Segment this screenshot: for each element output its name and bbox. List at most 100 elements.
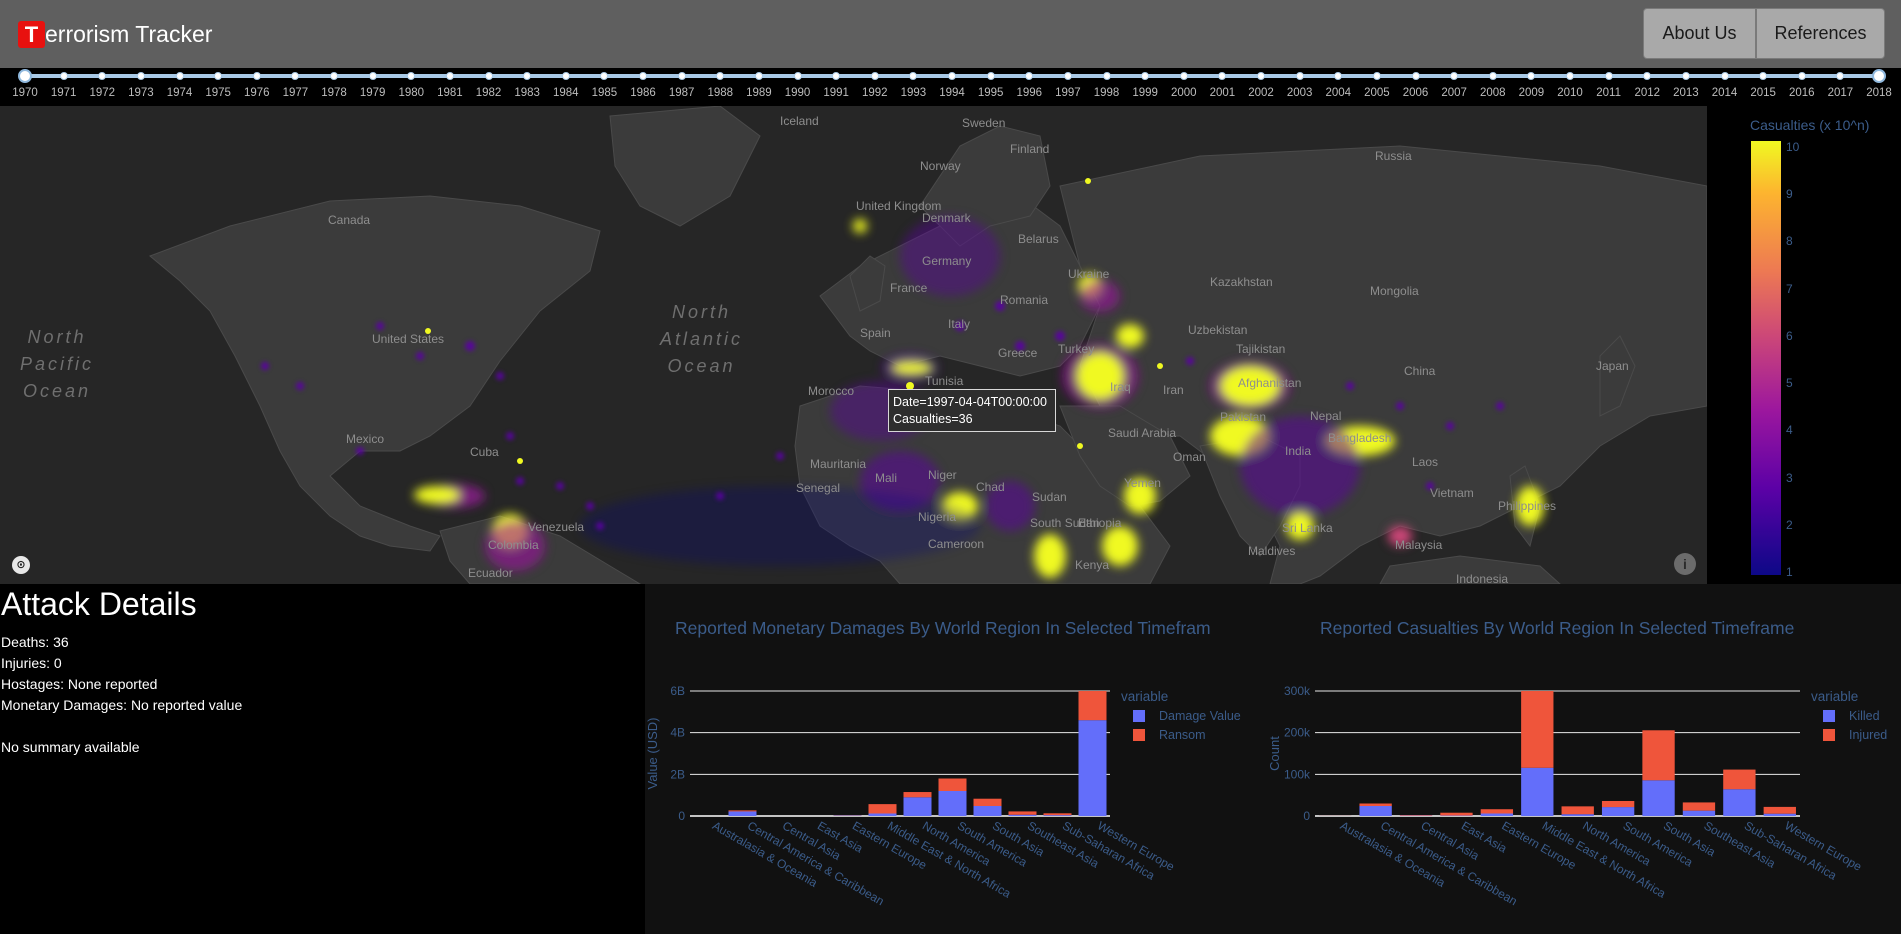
year-tick-dot[interactable] [870, 72, 879, 80]
year-label[interactable]: 2015 [1745, 87, 1781, 99]
year-label[interactable]: 1983 [509, 87, 545, 99]
year-tick-dot[interactable] [909, 72, 918, 80]
year-label[interactable]: 1998 [1089, 87, 1125, 99]
year-tick-dot[interactable] [1720, 72, 1729, 80]
monetary-damages-chart[interactable]: Reported Monetary Damages By World Regio… [645, 584, 1260, 934]
year-label[interactable]: 2012 [1629, 87, 1665, 99]
year-tick-dot[interactable] [1218, 72, 1227, 80]
year-label[interactable]: 2004 [1320, 87, 1356, 99]
year-label[interactable]: 1989 [741, 87, 777, 99]
year-label[interactable]: 1970 [7, 87, 43, 99]
year-tick-dot[interactable] [948, 72, 956, 80]
year-tick-dot[interactable] [600, 72, 609, 80]
year-tick-dot[interactable] [291, 72, 300, 80]
year-label[interactable]: 1990 [780, 87, 816, 99]
year-label[interactable]: 2006 [1398, 87, 1434, 99]
year-label[interactable]: 1988 [702, 87, 738, 99]
year-label[interactable]: 1991 [818, 87, 854, 99]
year-label[interactable]: 2011 [1591, 87, 1627, 99]
year-tick-dot[interactable] [523, 72, 532, 80]
year-label[interactable]: 2002 [1243, 87, 1279, 99]
year-label[interactable]: 1994 [934, 87, 970, 99]
year-label[interactable]: 1981 [432, 87, 468, 99]
year-label[interactable]: 2001 [1204, 87, 1240, 99]
year-tick-dot[interactable] [368, 72, 377, 80]
year-label[interactable]: 2014 [1707, 87, 1743, 99]
year-label[interactable]: 1980 [393, 87, 429, 99]
year-label[interactable]: 2008 [1475, 87, 1511, 99]
year-label[interactable]: 2017 [1822, 87, 1858, 99]
year-label[interactable]: 1973 [123, 87, 159, 99]
year-tick-dot[interactable] [214, 72, 223, 80]
year-tick-dot[interactable] [252, 72, 261, 80]
casualties-chart[interactable]: Reported Casualties By World Region In S… [1260, 584, 1901, 934]
year-label[interactable]: 2005 [1359, 87, 1395, 99]
year-tick-dot[interactable] [1372, 72, 1381, 80]
about-us-button[interactable]: About Us [1643, 8, 1756, 59]
year-tick-dot[interactable] [677, 72, 686, 80]
chart-svg[interactable]: 02B4B6BValue (USD)Australasia & OceaniaC… [645, 584, 1260, 934]
year-tick-dot[interactable] [98, 72, 107, 80]
year-tick-dot[interactable] [793, 72, 802, 80]
year-label[interactable]: 1972 [84, 87, 120, 99]
year-label[interactable]: 2000 [1166, 87, 1202, 99]
year-label[interactable]: 1978 [316, 87, 352, 99]
year-label[interactable]: 1971 [46, 87, 82, 99]
map-info-icon[interactable]: i [1674, 553, 1696, 575]
year-tick-dot[interactable] [1836, 72, 1845, 80]
year-tick-dot[interactable] [1025, 72, 1034, 80]
year-tick-dot[interactable] [445, 72, 454, 80]
year-tick-dot[interactable] [1797, 72, 1806, 80]
year-tick-dot[interactable] [1179, 72, 1188, 80]
year-tick-dot[interactable] [1488, 72, 1497, 80]
app-logo[interactable]: T [18, 21, 45, 48]
year-label[interactable]: 1975 [200, 87, 236, 99]
year-label[interactable]: 1986 [625, 87, 661, 99]
year-tick-dot[interactable] [1411, 72, 1420, 80]
year-tick-dot[interactable] [639, 72, 647, 80]
year-tick-dot[interactable] [832, 72, 841, 80]
year-label[interactable]: 1992 [857, 87, 893, 99]
year-tick-dot[interactable] [136, 72, 145, 80]
range-start-handle[interactable] [18, 69, 32, 83]
app-title[interactable]: errorism Tracker [45, 18, 212, 50]
attack-density-map[interactable]: Iceland Sweden Finland Norway Russia Canada Un… [0, 106, 1707, 584]
year-label[interactable]: 2018 [1861, 87, 1897, 99]
year-tick-dot[interactable] [1604, 72, 1613, 80]
year-tick-dot[interactable] [175, 72, 184, 80]
year-tick-dot[interactable] [1141, 72, 1150, 80]
year-label[interactable]: 1997 [1050, 87, 1086, 99]
year-label[interactable]: 1987 [664, 87, 700, 99]
year-tick-dot[interactable] [1450, 72, 1459, 80]
year-label[interactable]: 1976 [239, 87, 275, 99]
year-tick-dot[interactable] [1566, 72, 1574, 80]
year-tick-dot[interactable] [561, 72, 570, 80]
year-tick-dot[interactable] [986, 72, 995, 80]
year-label[interactable]: 2007 [1436, 87, 1472, 99]
year-label[interactable]: 2010 [1552, 87, 1588, 99]
year-tick-dot[interactable] [1334, 72, 1343, 80]
year-label[interactable]: 1984 [548, 87, 584, 99]
year-label[interactable]: 1977 [277, 87, 313, 99]
year-tick-dot[interactable] [1681, 72, 1690, 80]
year-tick-dot[interactable] [484, 72, 493, 80]
year-label[interactable]: 2003 [1282, 87, 1318, 99]
year-tick-dot[interactable] [716, 72, 725, 80]
year-label[interactable]: 1974 [162, 87, 198, 99]
chart-svg[interactable]: 0100k200k300kCountAustralasia & OceaniaC… [1260, 584, 1901, 934]
year-tick-dot[interactable] [330, 72, 338, 80]
year-label[interactable]: 1999 [1127, 87, 1163, 99]
year-label[interactable]: 2013 [1668, 87, 1704, 99]
year-range-slider[interactable]: 1970 1971 1972 1973 1974 1975 1976 1977 1978 1979… [0, 68, 1901, 106]
year-label[interactable]: 1993 [895, 87, 931, 99]
year-tick-dot[interactable] [1295, 72, 1304, 80]
year-tick-dot[interactable] [1643, 72, 1652, 80]
range-end-handle[interactable] [1872, 69, 1886, 83]
year-tick-dot[interactable] [407, 72, 416, 80]
map-logo-icon[interactable]: ⊙ [12, 556, 30, 574]
year-label[interactable]: 1979 [355, 87, 391, 99]
year-label[interactable]: 1996 [1011, 87, 1047, 99]
year-label[interactable]: 1995 [973, 87, 1009, 99]
year-tick-dot[interactable] [1257, 72, 1265, 80]
year-label[interactable]: 1985 [586, 87, 622, 99]
